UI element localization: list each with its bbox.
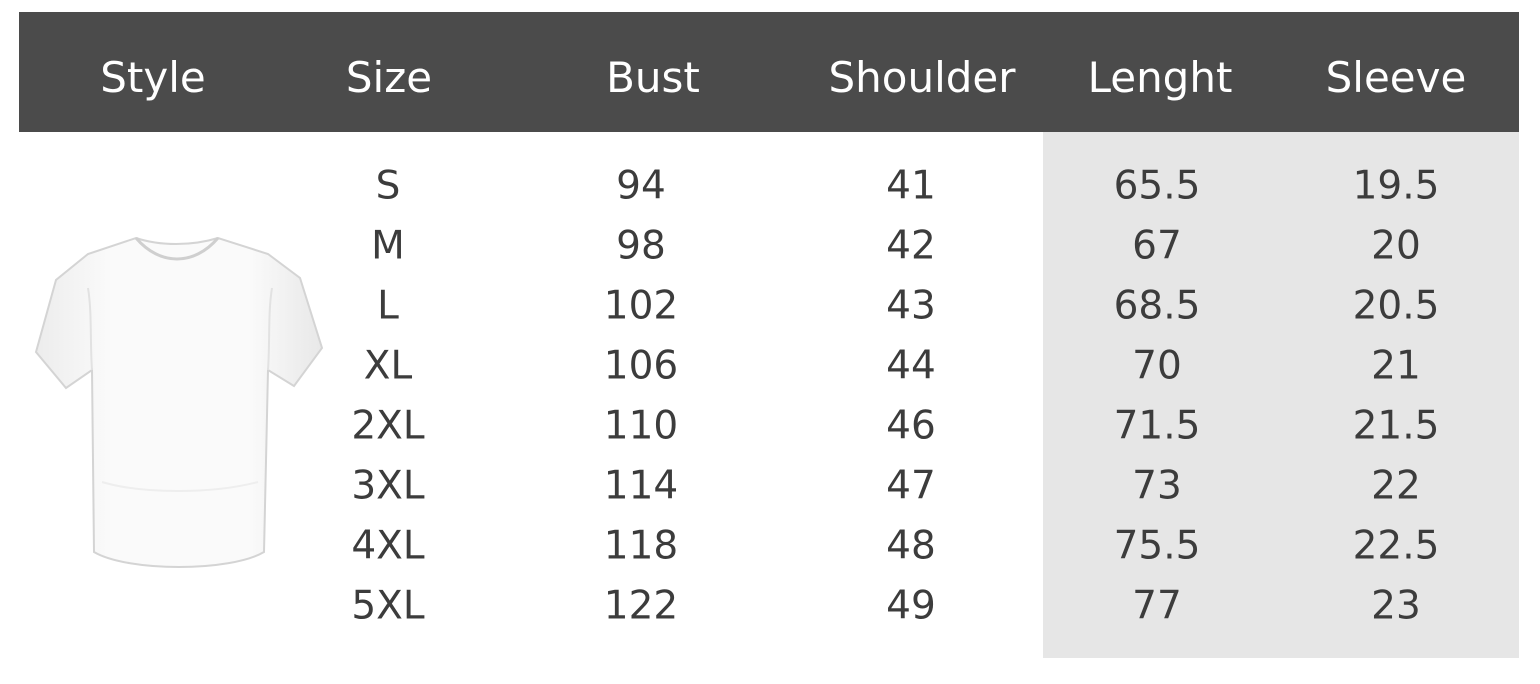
length-cell: 65.5: [1113, 163, 1201, 209]
tshirt-image: [34, 236, 324, 568]
length-cell: 68.5: [1113, 283, 1201, 329]
length-cell: 73: [1132, 463, 1182, 509]
sleeve-cell: 19.5: [1352, 163, 1440, 209]
shoulder-cell: 41: [886, 163, 936, 209]
size-cell: M: [371, 223, 405, 269]
shoulder-cell: 46: [886, 403, 936, 449]
size-chart-header: Style Size Bust Shoulder Lenght Sleeve: [19, 12, 1519, 132]
sleeve-cell: 23: [1371, 583, 1421, 629]
size-cell: 5XL: [351, 583, 425, 629]
bust-cell: 118: [603, 523, 679, 569]
shoulder-cell: 48: [886, 523, 936, 569]
header-bust: Bust: [606, 53, 700, 102]
length-sleeve-shaded-area: [1043, 132, 1519, 658]
header-sleeve: Sleeve: [1325, 53, 1467, 102]
shoulder-cell: 42: [886, 223, 936, 269]
sleeve-cell: 21.5: [1352, 403, 1440, 449]
sleeve-cell: 22.5: [1352, 523, 1440, 569]
bust-cell: 114: [603, 463, 679, 509]
size-cell: 2XL: [351, 403, 425, 449]
shoulder-cell: 43: [886, 283, 936, 329]
size-cell: XL: [363, 343, 413, 389]
bust-cell: 110: [603, 403, 679, 449]
header-style: Style: [100, 53, 206, 102]
shoulder-cell: 47: [886, 463, 936, 509]
length-cell: 75.5: [1113, 523, 1201, 569]
length-cell: 71.5: [1113, 403, 1201, 449]
sleeve-cell: 20: [1371, 223, 1421, 269]
sleeve-cell: 22: [1371, 463, 1421, 509]
header-shoulder: Shoulder: [828, 53, 1016, 102]
size-cell: L: [377, 283, 399, 329]
size-cell: 4XL: [351, 523, 425, 569]
bust-cell: 94: [616, 163, 666, 209]
header-size: Size: [345, 53, 433, 102]
bust-cell: 106: [603, 343, 679, 389]
length-cell: 67: [1132, 223, 1182, 269]
shoulder-cell: 44: [886, 343, 936, 389]
sleeve-cell: 20.5: [1352, 283, 1440, 329]
length-cell: 70: [1132, 343, 1182, 389]
size-cell: S: [375, 163, 401, 209]
length-cell: 77: [1132, 583, 1182, 629]
bust-cell: 122: [603, 583, 679, 629]
shoulder-cell: 49: [886, 583, 936, 629]
bust-cell: 102: [603, 283, 679, 329]
size-cell: 3XL: [351, 463, 425, 509]
sleeve-cell: 21: [1371, 343, 1421, 389]
bust-cell: 98: [616, 223, 666, 269]
header-length: Lenght: [1087, 53, 1233, 102]
